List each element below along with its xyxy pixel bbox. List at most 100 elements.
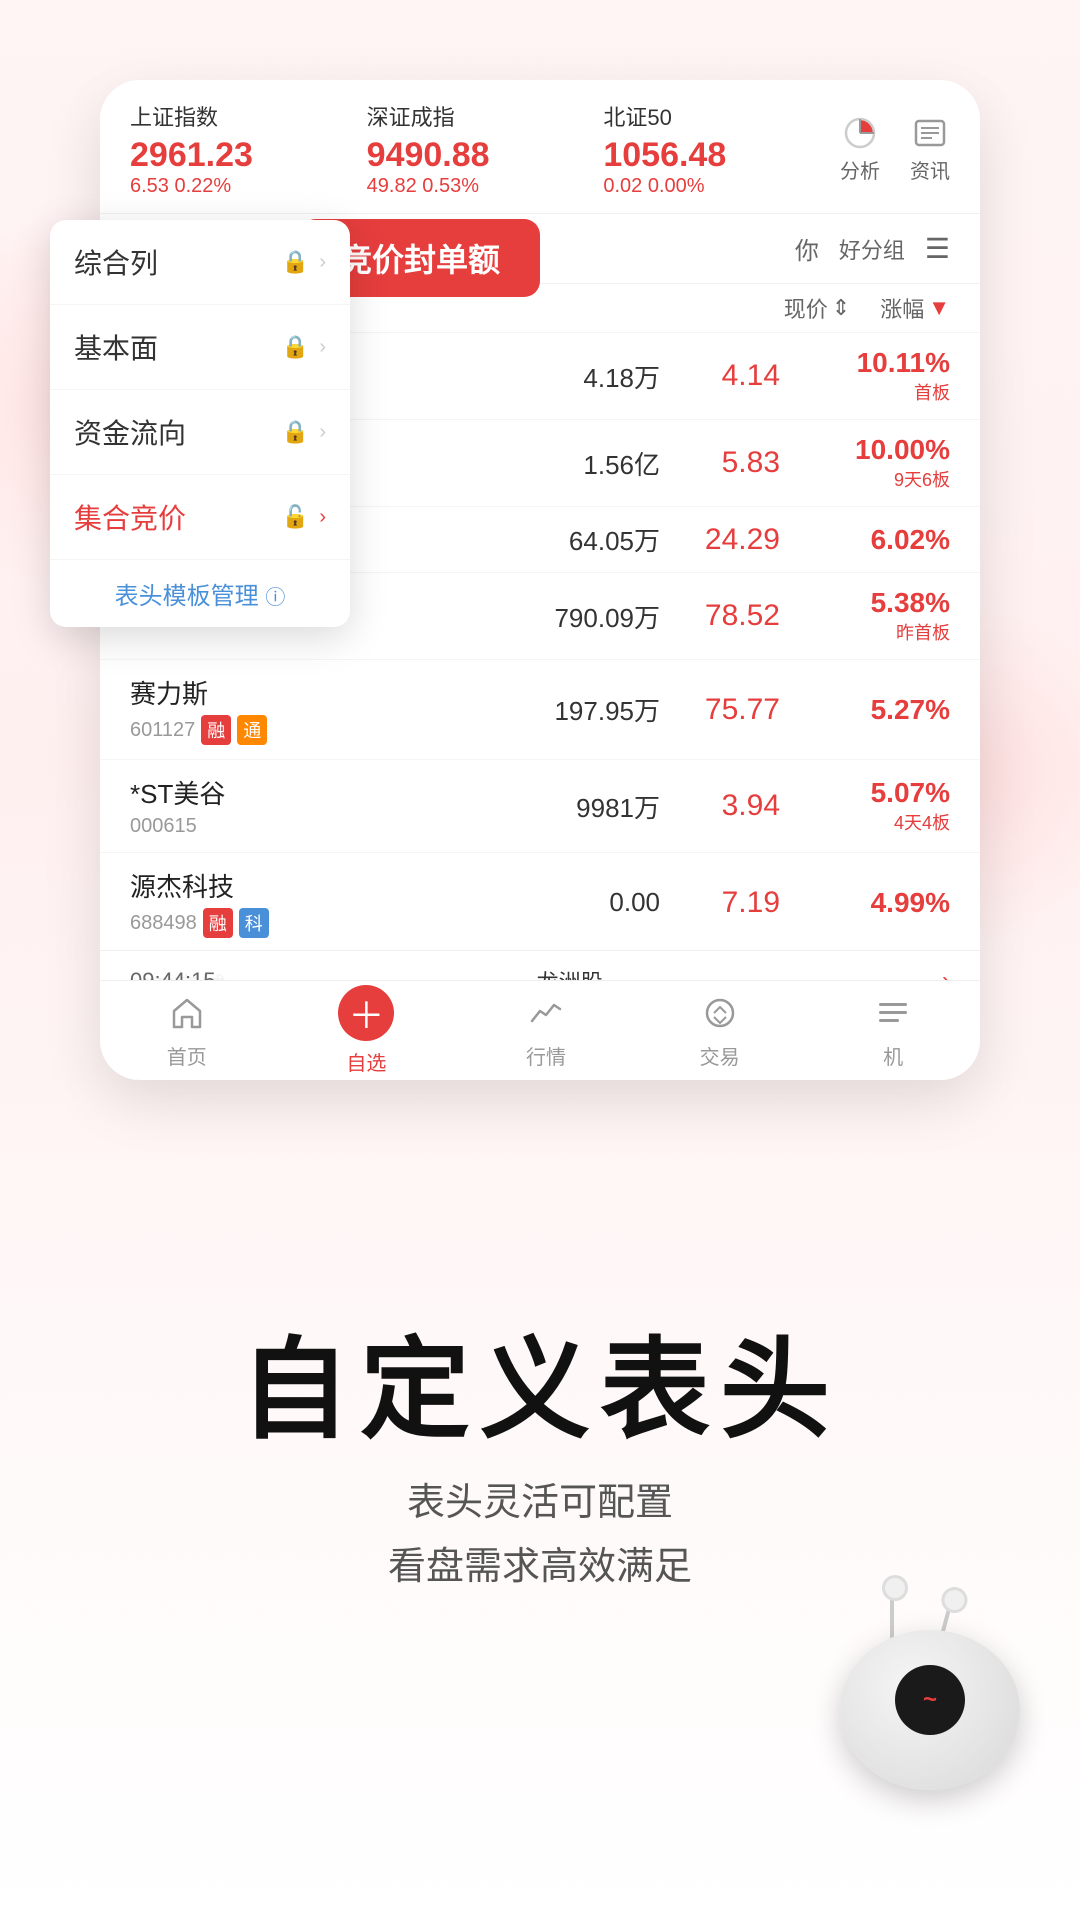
stock-volume: 4.18万: [330, 358, 680, 395]
stock-tag: 融: [201, 715, 231, 745]
index-shcomp-name: 上证指数: [130, 100, 367, 132]
stock-price: 5.83: [680, 446, 800, 480]
analysis-label: 分析: [840, 155, 880, 184]
nav-trade[interactable]: 交易: [698, 991, 742, 1070]
news-label: 资讯: [910, 155, 950, 184]
index-szcz-change: 49.82 0.53%: [367, 175, 604, 198]
index-header: 上证指数 2961.23 6.53 0.22% 深证成指 9490.88 49.…: [100, 80, 980, 214]
stock-change: 5.27%: [800, 694, 950, 726]
mascot-eye: [895, 1665, 965, 1735]
nav-home[interactable]: 首页: [165, 991, 209, 1070]
stock-code: 000615: [130, 815, 197, 838]
home-icon: [165, 991, 209, 1035]
stock-volume: 64.05万: [330, 521, 680, 558]
nav-market[interactable]: 行情: [524, 991, 568, 1070]
group-label[interactable]: 好分组: [839, 233, 905, 265]
subtitle-line1: 表头灵活可配置: [0, 1471, 1080, 1536]
price-col-header: 现价 ⇕: [784, 292, 850, 324]
headline-text: 自定义表头: [0, 1330, 1080, 1451]
user-icon[interactable]: 你: [795, 231, 819, 266]
dropdown-item-fundamental[interactable]: 基本面 🔒 ›: [50, 305, 350, 390]
chevron-right-icon: ›: [319, 336, 326, 359]
news-button[interactable]: 资讯: [910, 115, 950, 184]
stock-info: *ST美谷 000615: [130, 774, 330, 838]
template-link-text: 表头模板管理 ⓘ: [115, 583, 286, 610]
table-row[interactable]: 赛力斯 601127 融 通 197.95万 75.77 5.27%: [100, 660, 980, 760]
stock-info: 源杰科技 688498 融 科: [130, 867, 330, 938]
dropdown-item-combined[interactable]: 综合列 🔒 ›: [50, 220, 350, 305]
nav-watchlist-label: 自选: [346, 1047, 386, 1076]
dropdown-label: 综合列: [74, 242, 282, 282]
stock-change: 4.99%: [800, 887, 950, 919]
index-bz50-value: 1056.48: [603, 136, 840, 175]
index-szcz-name: 深证成指: [367, 100, 604, 132]
lock-icon: 🔒: [282, 334, 309, 360]
chevron-right-icon: ›: [319, 421, 326, 444]
mascot-body: [830, 1590, 1030, 1790]
stock-change: 5.38% 昨首板: [800, 587, 950, 645]
index-shcomp[interactable]: 上证指数 2961.23 6.53 0.22%: [130, 100, 367, 198]
nav-more[interactable]: 机: [871, 991, 915, 1070]
subtitle-text: 表头灵活可配置 看盘需求高效满足: [0, 1471, 1080, 1600]
mascot-sphere: [840, 1630, 1020, 1790]
stock-change: 10.00% 9天6板: [800, 434, 950, 492]
more-icon: [871, 991, 915, 1035]
stock-price: 7.19: [680, 886, 800, 920]
analysis-button[interactable]: 分析: [840, 115, 880, 184]
stock-name: 赛力斯: [130, 674, 330, 711]
template-link[interactable]: 表头模板管理 ⓘ: [50, 560, 350, 627]
stock-name: 源杰科技: [130, 867, 330, 904]
dropdown-menu: 综合列 🔒 › 基本面 🔒 › 资金流向 🔒 › 集合竞价 🔓 › 表头模板管理…: [50, 220, 350, 627]
index-bz50[interactable]: 北证50 1056.48 0.02 0.00%: [603, 100, 840, 198]
trade-icon: [698, 991, 742, 1035]
nav-market-label: 行情: [526, 1041, 566, 1070]
stock-price: 78.52: [680, 599, 800, 633]
index-shcomp-value: 2961.23: [130, 136, 367, 175]
index-szcz-value: 9490.88: [367, 136, 604, 175]
stock-price: 3.94: [680, 789, 800, 823]
lock-icon: 🔒: [282, 249, 309, 275]
dropdown-label: 基本面: [74, 327, 282, 367]
add-watchlist-icon[interactable]: ＋: [338, 985, 394, 1041]
table-row[interactable]: *ST美谷 000615 9981万 3.94 5.07% 4天4板: [100, 760, 980, 853]
stock-change: 5.07% 4天4板: [800, 777, 950, 835]
stock-name: *ST美谷: [130, 774, 330, 811]
header-icon-group: 分析 资讯: [840, 115, 950, 184]
stock-price: 24.29: [680, 523, 800, 557]
stock-info: 赛力斯 601127 融 通: [130, 674, 330, 745]
stock-volume: 197.95万: [330, 691, 680, 728]
stock-volume: 790.09万: [330, 598, 680, 635]
dropdown-item-auction[interactable]: 集合竞价 🔓 ›: [50, 475, 350, 560]
nav-watchlist[interactable]: ＋ 自选: [338, 985, 394, 1076]
chart-pie-icon: [842, 115, 878, 151]
index-bz50-name: 北证50: [603, 100, 840, 132]
nav-trade-label: 交易: [700, 1041, 740, 1070]
menu-icon[interactable]: ☰: [925, 232, 950, 265]
stock-code: 601127: [130, 719, 195, 742]
stock-price: 75.77: [680, 693, 800, 727]
table-row[interactable]: 源杰科技 688498 融 科 0.00 7.19 4.99%: [100, 853, 980, 953]
stock-tag: 通: [237, 715, 267, 745]
change-sort-icon[interactable]: ▼: [928, 295, 950, 321]
chevron-right-icon: ›: [319, 251, 326, 274]
nav-bar: 首页 ＋ 自选 行情 交易: [100, 980, 980, 1080]
index-bz50-change: 0.02 0.00%: [603, 175, 840, 198]
chevron-right-icon: ›: [319, 506, 326, 529]
dropdown-label: 集合竞价: [74, 497, 282, 537]
stock-change: 10.11% 首板: [800, 347, 950, 405]
nav-home-label: 首页: [167, 1041, 207, 1070]
main-headline-section: 自定义表头 表头灵活可配置 看盘需求高效满足: [0, 1330, 1080, 1600]
stock-code: 688498: [130, 912, 197, 935]
index-szcz[interactable]: 深证成指 9490.88 49.82 0.53%: [367, 100, 604, 198]
lock-icon: 🔒: [282, 419, 309, 445]
stock-tag: 科: [239, 908, 269, 938]
change-col-header: 涨幅 ▼: [880, 292, 950, 324]
price-sort-icon[interactable]: ⇕: [832, 295, 850, 321]
mascot: [830, 1590, 1050, 1840]
tab-right-icons: 你 好分组 ☰: [795, 231, 950, 266]
stock-change: 6.02%: [800, 524, 950, 556]
nav-more-label: 机: [883, 1041, 903, 1070]
dropdown-label: 资金流向: [74, 412, 282, 452]
dropdown-item-capital[interactable]: 资金流向 🔒 ›: [50, 390, 350, 475]
stock-price: 4.14: [680, 359, 800, 393]
